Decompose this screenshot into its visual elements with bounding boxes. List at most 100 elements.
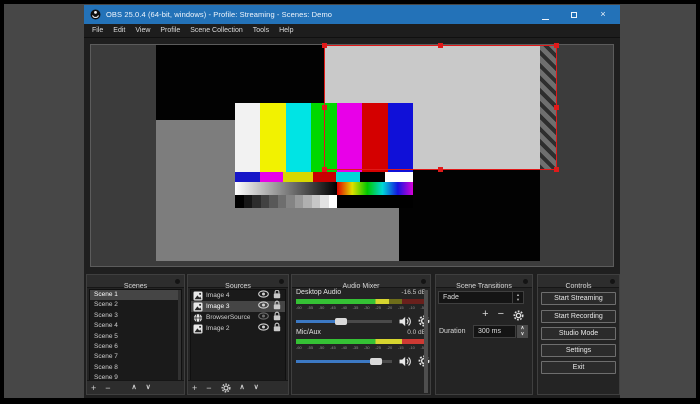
meter-tick: -30 xyxy=(364,305,370,311)
selection-handle[interactable] xyxy=(322,167,327,172)
settings-button[interactable]: Settings xyxy=(541,344,616,357)
controls-header[interactable]: Controls xyxy=(538,275,619,288)
combo-spinner-icon[interactable]: ▴ ▾ xyxy=(512,292,523,303)
transition-select[interactable]: Fade ▴ ▾ xyxy=(438,291,524,304)
close-button[interactable]: × xyxy=(598,5,608,24)
menu-item[interactable]: Tools xyxy=(248,24,274,38)
scenes-panel-header[interactable]: Scenes xyxy=(87,275,184,288)
sources-panel-header[interactable]: Sources xyxy=(188,275,288,288)
menu-item[interactable]: Profile xyxy=(155,24,185,38)
add-transition-button[interactable]: + xyxy=(482,308,488,321)
lock-icon[interactable] xyxy=(273,322,282,336)
start-recording-button[interactable]: Start Recording xyxy=(541,310,616,323)
source-color-bars-image[interactable] xyxy=(235,103,413,208)
dock-pin-icon[interactable] xyxy=(175,279,180,284)
scenes-scrollbar[interactable] xyxy=(178,290,181,381)
studio-mode-button[interactable]: Studio Mode xyxy=(541,327,616,340)
source-list-item[interactable]: Image 3 xyxy=(191,301,285,312)
smpte-bar xyxy=(388,103,413,172)
obs-logo-icon xyxy=(90,9,101,20)
smpte-gray-step xyxy=(295,195,304,208)
smpte-castellation-segment xyxy=(283,172,313,182)
maximize-button[interactable] xyxy=(569,12,579,18)
duration-spinner[interactable]: ∧ ∨ xyxy=(517,325,528,338)
scene-move-down-button[interactable]: ∨ xyxy=(146,381,151,395)
remove-transition-button[interactable]: − xyxy=(498,308,504,321)
start-streaming-button[interactable]: Start Streaming xyxy=(541,292,616,305)
controls-title: Controls xyxy=(565,283,591,290)
dock-pin-icon[interactable] xyxy=(610,279,615,284)
selection-handle[interactable] xyxy=(438,43,443,48)
smpte-castellation-segment xyxy=(313,172,336,182)
visibility-eye-icon[interactable] xyxy=(258,323,269,335)
remove-source-button[interactable]: − xyxy=(206,381,211,395)
selection-handle[interactable] xyxy=(322,43,327,48)
scene-name: Scene 1 xyxy=(94,290,118,300)
smpte-gray-step xyxy=(269,195,278,208)
smpte-bar xyxy=(286,103,311,172)
visibility-eye-icon[interactable] xyxy=(258,312,269,324)
audio-mixer-header[interactable]: Audio Mixer xyxy=(292,275,430,288)
menu-item[interactable]: View xyxy=(130,24,155,38)
source-list-item[interactable]: BrowserSource xyxy=(191,312,285,323)
smpte-castellation-segment xyxy=(260,172,283,182)
minimize-button[interactable] xyxy=(540,10,550,20)
meter-tick: -20 xyxy=(387,345,393,351)
window-title: OBS 25.0.4 (64-bit, windows) - Profile: … xyxy=(106,10,332,19)
volume-slider-handle[interactable] xyxy=(335,318,347,325)
volume-meter xyxy=(296,299,424,304)
slider-fill xyxy=(296,360,376,363)
source-move-up-button[interactable]: ∧ xyxy=(240,381,245,395)
scene-transitions-header[interactable]: Scene Transitions xyxy=(436,275,532,288)
selection-handle[interactable] xyxy=(554,167,559,172)
selection-handle[interactable] xyxy=(554,43,559,48)
smpte-castellation-segment xyxy=(385,172,413,182)
scene-list-item[interactable]: Scene 7 xyxy=(90,352,181,362)
dock-pin-icon[interactable] xyxy=(279,279,284,284)
selection-handle[interactable] xyxy=(322,105,327,110)
remove-scene-button[interactable]: − xyxy=(105,381,110,395)
scene-list-item[interactable]: Scene 8 xyxy=(90,363,181,373)
mixer-scrollbar[interactable] xyxy=(424,290,428,393)
meter-tick: -10 xyxy=(409,305,415,311)
browser-source-icon xyxy=(193,313,203,323)
menu-item[interactable]: File xyxy=(87,24,108,38)
transition-properties-gear-icon[interactable] xyxy=(513,310,524,321)
duration-field[interactable]: 300 ms xyxy=(473,325,516,338)
scene-list-item[interactable]: Scene 5 xyxy=(90,332,181,342)
add-scene-button[interactable]: + xyxy=(91,381,96,395)
speaker-icon[interactable] xyxy=(398,356,412,367)
title-bar[interactable]: OBS 25.0.4 (64-bit, windows) - Profile: … xyxy=(84,5,620,24)
source-move-down-button[interactable]: ∨ xyxy=(254,381,259,395)
exit-button[interactable]: Exit xyxy=(541,361,616,374)
scene-list-item[interactable]: Scene 6 xyxy=(90,342,181,352)
mixer-channel: Mic/Aux 0.0 dB -60 -55 -50 -45 -40 xyxy=(296,329,426,368)
scene-move-up-button[interactable]: ∧ xyxy=(132,381,137,395)
add-source-button[interactable]: + xyxy=(192,381,197,395)
speaker-icon[interactable] xyxy=(398,316,412,327)
meter-tick: -25 xyxy=(375,305,381,311)
scene-list-item[interactable]: Scene 2 xyxy=(90,300,181,310)
menu-item[interactable]: Help xyxy=(274,24,298,38)
scene-list-item[interactable]: Scene 1 xyxy=(90,290,181,300)
menu-item[interactable]: Scene Collection xyxy=(185,24,248,38)
volume-slider[interactable] xyxy=(296,314,392,328)
source-properties-gear-icon[interactable] xyxy=(221,383,231,393)
dock-pin-icon[interactable] xyxy=(523,279,528,284)
selection-handle[interactable] xyxy=(554,105,559,110)
channel-header: Mic/Aux 0.0 dB xyxy=(296,329,426,338)
selection-handle[interactable] xyxy=(438,167,443,172)
audio-mixer-panel: Audio Mixer Desktop Audio -16.5 dB xyxy=(291,274,431,395)
volume-slider[interactable] xyxy=(296,354,392,368)
menu-item[interactable]: Edit xyxy=(108,24,130,38)
preview-area[interactable] xyxy=(90,44,614,267)
source-list-item[interactable]: Image 2 xyxy=(191,323,285,334)
dock-pin-icon[interactable] xyxy=(421,279,426,284)
scene-list-item[interactable]: Scene 4 xyxy=(90,321,181,331)
source-list-item[interactable]: Image 4 xyxy=(191,290,285,301)
smpte-gray-step xyxy=(235,195,244,208)
volume-slider-handle[interactable] xyxy=(370,358,382,365)
channel-db-value: -16.5 dB xyxy=(401,289,426,296)
meter-tick: -55 xyxy=(307,345,313,351)
scene-list-item[interactable]: Scene 3 xyxy=(90,311,181,321)
